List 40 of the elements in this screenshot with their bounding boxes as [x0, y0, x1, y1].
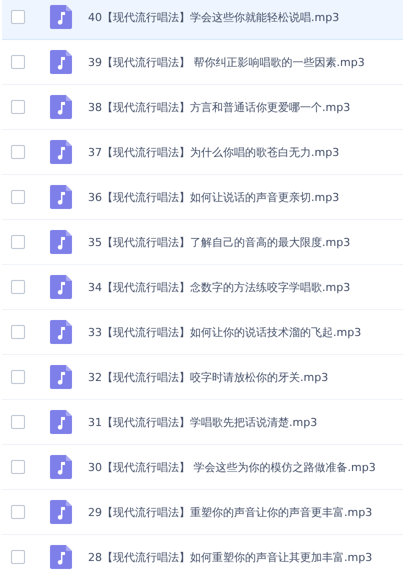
file-name: 31【现代流行唱法】学唱歌先把话说清楚.mp3	[88, 414, 318, 430]
file-name: 39【现代流行唱法】 帮你纠正影响唱歌的一些因素.mp3	[88, 54, 365, 70]
checkbox[interactable]	[11, 280, 25, 294]
music-file-icon	[50, 365, 72, 389]
checkbox[interactable]	[11, 370, 25, 384]
music-file-icon	[50, 140, 72, 164]
file-name: 37【现代流行唱法】为什么你唱的歌苍白无力.mp3	[88, 144, 340, 160]
checkbox[interactable]	[11, 100, 25, 114]
music-file-icon	[50, 320, 72, 344]
file-name: 40【现代流行唱法】学会这些你就能轻松说唱.mp3	[88, 10, 340, 24]
checkbox[interactable]	[11, 235, 25, 249]
music-file-icon	[50, 50, 72, 74]
file-name: 33【现代流行唱法】如何让你的说话技术溜的飞起.mp3	[88, 324, 362, 340]
file-name: 32【现代流行唱法】咬字时请放松你的牙关.mp3	[88, 370, 328, 384]
file-name: 29【现代流行唱法】重塑你的声音让你的声音更丰富.mp3	[88, 504, 372, 520]
file-name: 30【现代流行唱法】 学会这些为你的模仿之路做准备.mp3	[88, 460, 376, 474]
music-file-icon	[50, 5, 72, 29]
music-file-icon	[50, 230, 72, 254]
file-name: 38【现代流行唱法】方言和普通话你更爱哪一个.mp3	[88, 100, 350, 114]
checkbox[interactable]	[11, 325, 25, 339]
checkbox[interactable]	[11, 55, 25, 69]
checkbox[interactable]	[11, 10, 25, 24]
file-name: 36【现代流行唱法】如何让说话的声音更亲切.mp3	[88, 190, 340, 204]
music-file-icon	[50, 185, 72, 209]
music-file-icon	[50, 500, 72, 524]
checkbox[interactable]	[11, 550, 25, 564]
music-file-icon	[50, 545, 72, 569]
music-file-icon	[50, 410, 72, 434]
checkbox[interactable]	[11, 145, 25, 159]
checkbox[interactable]	[11, 415, 25, 429]
file-name: 35【现代流行唱法】了解自己的音高的最大限度.mp3	[88, 234, 350, 250]
music-file-icon	[50, 275, 72, 299]
checkbox[interactable]	[11, 190, 25, 204]
checkbox[interactable]	[11, 505, 25, 519]
file-name: 34【现代流行唱法】念数字的方法练咬字学唱歌.mp3	[88, 280, 350, 294]
checkbox[interactable]	[11, 460, 25, 474]
file-name: 28【现代流行唱法】如何重塑你的声音让其更加丰富.mp3	[88, 550, 372, 564]
file-row[interactable]: 40【现代流行唱法】学会这些你就能轻松说唱.mp3	[2, 0, 403, 40]
music-file-icon	[50, 95, 72, 119]
music-file-icon	[50, 455, 72, 479]
